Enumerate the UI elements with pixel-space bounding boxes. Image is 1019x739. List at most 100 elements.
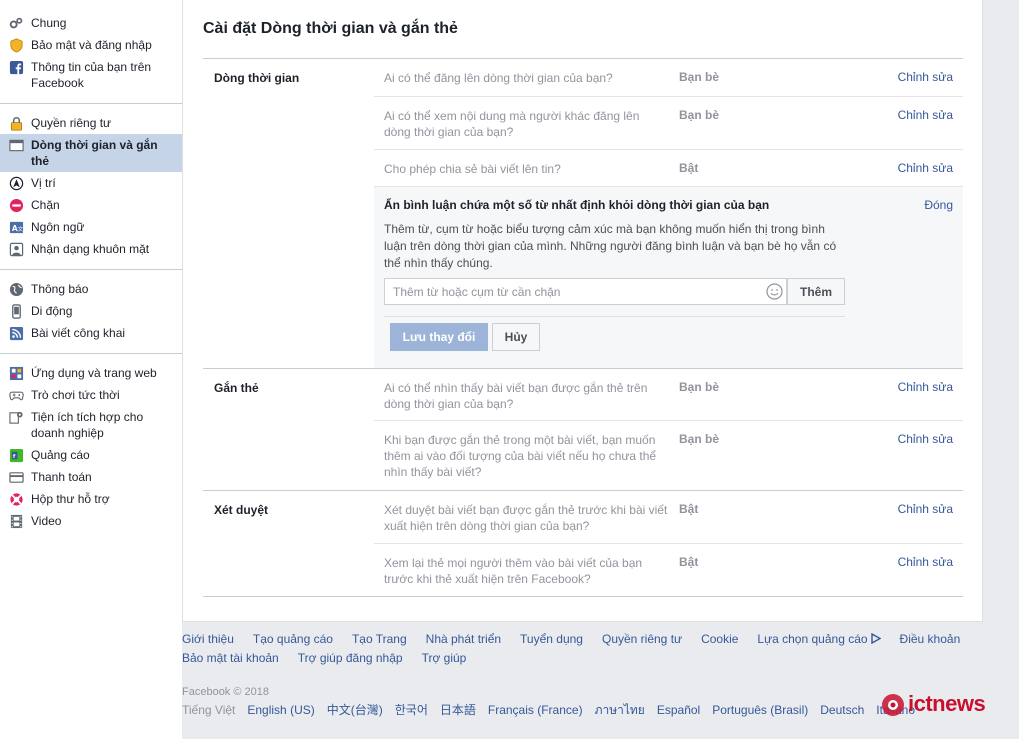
edit-link[interactable]: Chỉnh sửa <box>898 70 953 84</box>
sidebar-item-label: Thông báo <box>31 282 89 296</box>
panel-title: Ẩn bình luận chứa một số từ nhất định kh… <box>384 198 770 212</box>
sidebar-item-video[interactable]: Video <box>0 510 182 532</box>
language-link[interactable]: Français (France) <box>488 702 583 718</box>
sidebar-item-label: Quyền riêng tư <box>31 116 112 130</box>
language-link[interactable]: Español <box>657 702 700 718</box>
setting-question: Ai có thể xem nội dung mà người khác đăn… <box>384 109 640 139</box>
lifebuoy-icon <box>8 491 24 507</box>
footer-link[interactable]: Nhà phát triển <box>426 630 501 649</box>
shield-icon <box>8 37 24 53</box>
setting-row[interactable]: Ai có thể nhìn thấy bài viết bạn được gắ… <box>374 369 963 421</box>
language-link[interactable]: Português (Brasil) <box>712 702 808 718</box>
language-link[interactable]: 中文(台灣) <box>327 702 383 718</box>
sidebar-item-label: Ứng dụng và trang web <box>31 366 157 380</box>
language-link[interactable]: ภาษาไทย <box>595 702 645 718</box>
facebook-icon <box>8 59 24 75</box>
setting-row[interactable]: Ai có thể xem nội dung mà người khác đăn… <box>374 97 963 150</box>
setting-question: Khi bạn được gắn thẻ trong một bài viết,… <box>384 433 657 479</box>
sidebar-item-privacy[interactable]: Quyền riêng tư <box>0 112 182 134</box>
edit-link[interactable]: Chỉnh sửa <box>898 502 953 516</box>
setting-row[interactable]: Cho phép chia sẻ bài viết lên tin? Bật C… <box>374 150 963 187</box>
setting-row[interactable]: Ai có thể đăng lên dòng thời gian của bạ… <box>374 59 963 97</box>
rss-icon <box>8 325 24 341</box>
footer-link[interactable]: Quyền riêng tư <box>602 630 682 649</box>
sidebar-item-label: Vị trí <box>31 176 56 190</box>
sidebar-item-label: Quảng cáo <box>31 448 90 462</box>
watermark-text: ictnews <box>908 691 986 716</box>
language-link[interactable]: 한국어 <box>395 702 428 718</box>
sidebar-item-mobile[interactable]: Di động <box>0 300 182 322</box>
footer-link[interactable]: Tuyển dụng <box>520 630 583 649</box>
sidebar-item-label: Di động <box>31 304 73 318</box>
setting-value: Bạn bè <box>679 380 720 394</box>
footer-link[interactable]: Tạo Trang <box>352 630 407 649</box>
emoji-icon[interactable] <box>766 283 783 300</box>
sidebar-item-label: Video <box>31 514 62 528</box>
setting-question: Xét duyệt bài viết bạn được gắn thẻ trướ… <box>384 503 668 533</box>
setting-question: Cho phép chia sẻ bài viết lên tin? <box>384 162 561 176</box>
section-label: Xét duyệt <box>214 503 269 517</box>
sidebar-item-notifications[interactable]: Thông báo <box>0 278 182 300</box>
sidebar-item-location[interactable]: Vị trí <box>0 172 182 194</box>
sidebar-item-business-integrations[interactable]: Tiện ích tích hợp cho doanh nghiệp <box>0 406 182 444</box>
sidebar-item-instant-games[interactable]: Trò chơi tức thời <box>0 384 182 406</box>
footer-link[interactable]: Cookie <box>701 630 738 649</box>
edit-link[interactable]: Chỉnh sửa <box>898 432 953 446</box>
sidebar-item-ads[interactable]: f Quảng cáo <box>0 444 182 466</box>
setting-row[interactable]: Khi bạn được gắn thẻ trong một bài viết,… <box>374 421 963 490</box>
footer-links: Giới thiệu Tạo quảng cáo Tạo Trang Nhà p… <box>182 630 1002 668</box>
setting-value: Bạn bè <box>679 432 720 446</box>
edit-link[interactable]: Chỉnh sửa <box>898 555 953 569</box>
setting-value: Bạn bè <box>679 70 720 84</box>
section-timeline: Dòng thời gian Ai có thể đăng lên dòng t… <box>203 59 963 369</box>
language-link[interactable]: 日本語 <box>440 702 476 718</box>
sidebar-item-label: Chặn <box>31 198 60 212</box>
sidebar-item-security[interactable]: Bảo mật và đăng nhập <box>0 34 182 56</box>
sidebar-item-general[interactable]: Chung <box>0 12 182 34</box>
cancel-button[interactable]: Hủy <box>492 323 540 351</box>
blocked-word-input[interactable] <box>385 279 755 304</box>
close-link[interactable]: Đóng <box>924 198 953 212</box>
sidebar-item-blocking[interactable]: Chặn <box>0 194 182 216</box>
sidebar-item-label: Ngôn ngữ <box>31 220 85 234</box>
sidebar-item-apps-websites[interactable]: Ứng dụng và trang web <box>0 362 182 384</box>
footer-link-ad-choices[interactable]: Lựa chọn quảng cáo <box>757 630 881 649</box>
globe-icon <box>8 281 24 297</box>
ads-icon: f <box>8 447 24 463</box>
edit-link[interactable]: Chỉnh sửa <box>898 161 953 175</box>
sidebar-item-label: Trò chơi tức thời <box>31 388 120 402</box>
edit-link[interactable]: Chỉnh sửa <box>898 380 953 394</box>
setting-value: Bật <box>679 502 699 516</box>
save-changes-button[interactable]: Lưu thay đổi <box>390 323 488 351</box>
card-icon <box>8 469 24 485</box>
footer-link[interactable]: Điều khoản <box>900 630 961 649</box>
sidebar-group-privacy: Quyền riêng tư Dòng thời gian và gắn thẻ… <box>0 104 182 270</box>
setting-row[interactable]: Xét duyệt bài viết bạn được gắn thẻ trướ… <box>374 491 963 544</box>
language-icon: A文 <box>8 219 24 235</box>
footer-link[interactable]: Giới thiệu <box>182 630 234 649</box>
sidebar-item-your-facebook-info[interactable]: Thông tin của bạn trên Facebook <box>0 56 182 94</box>
language-link[interactable]: Deutsch <box>820 702 864 718</box>
footer-link[interactable]: Trợ giúp đăng nhập <box>298 649 403 668</box>
sidebar-item-language[interactable]: A文 Ngôn ngữ <box>0 216 182 238</box>
add-word-button[interactable]: Thêm <box>787 278 845 305</box>
sidebar-item-public-posts[interactable]: Bài viết công khai <box>0 322 182 344</box>
lock-icon <box>8 115 24 131</box>
sidebar-item-timeline-tagging[interactable]: Dòng thời gian và gắn thẻ <box>0 134 182 172</box>
sidebar-item-label: Chung <box>31 16 67 30</box>
footer-link[interactable]: Tạo quảng cáo <box>253 630 333 649</box>
location-icon <box>8 175 24 191</box>
sidebar-item-label: Dòng thời gian và gắn thẻ <box>31 138 158 168</box>
setting-row[interactable]: Xem lại thẻ mọi người thêm vào bài viết … <box>374 544 963 596</box>
sidebar-item-label: Hộp thư hỗ trợ <box>31 492 110 506</box>
sidebar-item-payments[interactable]: Thanh toán <box>0 466 182 488</box>
edit-link[interactable]: Chỉnh sửa <box>898 108 953 122</box>
sidebar-item-support-inbox[interactable]: Hộp thư hỗ trợ <box>0 488 182 510</box>
language-link[interactable]: English (US) <box>247 702 314 718</box>
sidebar-item-face-recognition[interactable]: Nhận dạng khuôn mặt <box>0 238 182 260</box>
apps-icon <box>8 365 24 381</box>
block-icon <box>8 197 24 213</box>
footer-link[interactable]: Bảo mật tài khoản <box>182 649 279 668</box>
ictnews-watermark: ictnews <box>878 686 1004 722</box>
footer-link[interactable]: Trợ giúp <box>422 649 467 668</box>
